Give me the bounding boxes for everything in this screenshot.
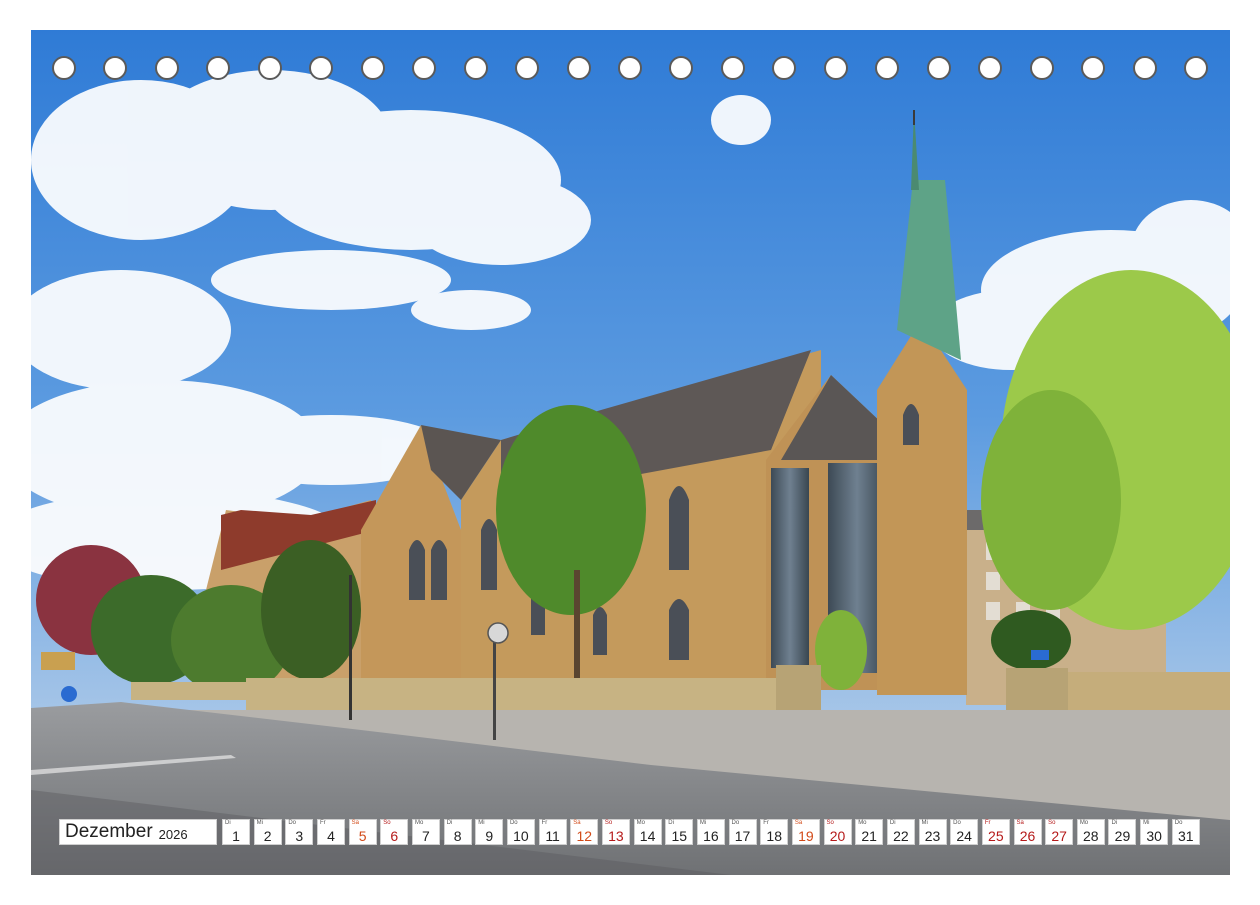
church-scene [31,30,1230,875]
church-tower [877,390,967,695]
calendar-photo [31,30,1230,875]
apse-window [771,468,809,668]
